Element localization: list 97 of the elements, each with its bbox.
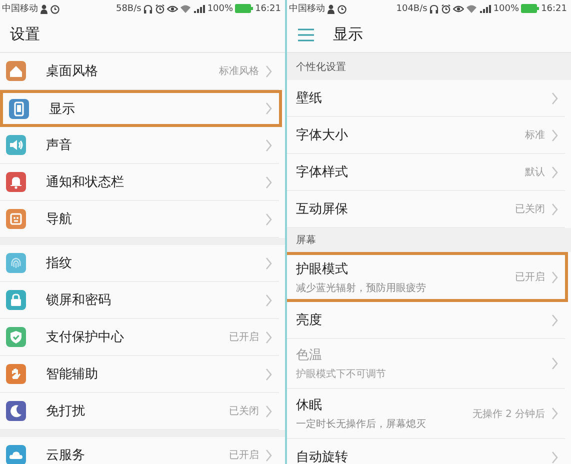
item-value: 已开启 — [229, 448, 259, 462]
chevron-icon — [265, 102, 273, 115]
network-speed: 104B/s — [396, 4, 428, 14]
item-label: 字体样式 — [296, 164, 349, 181]
battery-percent: 100% — [207, 4, 234, 14]
wifi-icon — [180, 4, 192, 14]
item-subtitle: 护眼模式下不可调节 — [296, 368, 387, 381]
item-value: 已开启 — [229, 330, 259, 344]
chevron-icon — [551, 407, 559, 420]
settings-item[interactable]: 字体样式 默认 — [287, 154, 565, 191]
chevron-icon — [265, 294, 273, 306]
item-label: 护眼模式 — [296, 260, 349, 278]
item-label: 色温 — [296, 347, 323, 364]
item-value: 已关闭 — [515, 202, 545, 216]
item-label: 锁屏和密码 — [46, 292, 112, 309]
chevron-icon — [265, 138, 273, 152]
chevron-icon — [265, 64, 273, 78]
eye-icon — [167, 4, 178, 14]
chevron-icon — [265, 404, 273, 418]
alarm-icon — [441, 4, 452, 14]
settings-item[interactable]: 声音 — [0, 127, 279, 164]
settings-item[interactable]: 休眠 一定时长无操作后，屏幕熄灭 无操作 2 分钟后 — [287, 389, 565, 439]
settings-item[interactable]: 自动旋转 — [287, 439, 565, 464]
page-title: 显示 — [333, 25, 363, 44]
settings-item[interactable]: 云服务 已开启 — [0, 437, 279, 464]
settings-item[interactable]: 智能辅助 — [0, 356, 279, 393]
eye-icon — [453, 4, 464, 14]
chevron-icon — [265, 330, 273, 344]
page-title: 设置 — [10, 25, 40, 44]
person-icon — [40, 4, 48, 14]
settings-item[interactable]: 锁屏和密码 — [0, 282, 279, 319]
chevron-icon — [551, 128, 559, 142]
item-label: 显示 — [49, 100, 76, 118]
item-label: 声音 — [46, 137, 73, 154]
wifi-icon — [466, 4, 478, 14]
chevron-icon — [551, 92, 559, 104]
item-label: 支付保护中心 — [46, 329, 125, 346]
item-value: 标准风格 — [219, 64, 259, 78]
item-label: 通知和状态栏 — [46, 174, 125, 191]
headphones-icon — [143, 4, 154, 14]
battery-icon — [521, 4, 540, 13]
timer-icon — [50, 4, 60, 14]
item-label: 自动旋转 — [296, 449, 349, 464]
signal-icon — [479, 4, 492, 14]
chevron-icon — [551, 270, 559, 284]
section-title: 屏幕 — [296, 234, 316, 247]
carrier-name: 中国移动 — [289, 2, 325, 15]
settings-item[interactable]: 亮度 — [287, 302, 565, 339]
settings-item[interactable]: 护眼模式 减少蓝光辐射，预防用眼疲劳 已开启 — [287, 252, 568, 302]
section-title: 个性化设置 — [296, 60, 346, 74]
settings-item[interactable]: 字体大小 标准 — [287, 117, 565, 154]
clock-time: 16:21 — [541, 4, 567, 14]
alarm-icon — [155, 4, 166, 14]
item-label: 云服务 — [46, 447, 86, 464]
carrier-name: 中国移动 — [2, 2, 38, 15]
chevron-icon — [551, 166, 559, 178]
item-label: 指纹 — [46, 255, 73, 272]
chevron-icon — [265, 212, 273, 226]
item-label: 智能辅助 — [46, 366, 99, 383]
item-subtitle: 一定时长无操作后，屏幕熄灭 — [296, 418, 427, 431]
settings-item[interactable]: 支付保护中心 已开启 — [0, 319, 279, 356]
timer-icon — [337, 4, 347, 14]
battery-icon — [235, 4, 254, 13]
item-label: 桌面风格 — [46, 63, 99, 80]
item-value: 标准 — [525, 128, 545, 142]
item-subtitle: 减少蓝光辐射，预防用眼疲劳 — [296, 282, 427, 294]
chevron-icon — [265, 176, 273, 188]
item-label: 字体大小 — [296, 127, 349, 144]
item-value: 默认 — [525, 166, 545, 179]
menu-icon[interactable] — [297, 28, 315, 42]
item-value: 已关闭 — [229, 404, 259, 418]
settings-item[interactable]: 桌面风格 标准风格 — [0, 53, 279, 90]
settings-item[interactable]: 指纹 — [0, 245, 279, 282]
item-label: 壁纸 — [296, 90, 323, 107]
chevron-icon — [551, 314, 559, 326]
chevron-icon — [551, 202, 559, 216]
settings-item[interactable]: 显示 — [0, 90, 282, 127]
chevron-icon — [551, 450, 559, 464]
chevron-icon — [551, 357, 559, 370]
item-label: 免打扰 — [46, 403, 86, 420]
item-label: 休眠 — [296, 397, 323, 414]
battery-percent: 100% — [493, 4, 520, 14]
settings-item[interactable]: 通知和状态栏 — [0, 164, 279, 201]
chevron-icon — [265, 256, 273, 270]
person-icon — [327, 4, 335, 14]
headphones-icon — [429, 4, 440, 14]
item-value: 无操作 2 分钟后 — [472, 408, 545, 420]
signal-icon — [193, 4, 206, 14]
item-label: 导航 — [46, 211, 73, 228]
chevron-icon — [265, 368, 273, 380]
item-value: 已开启 — [515, 270, 545, 284]
settings-item[interactable]: 壁纸 — [287, 80, 565, 117]
item-label: 互动屏保 — [296, 201, 349, 218]
item-label: 亮度 — [296, 312, 323, 329]
clock-time: 16:21 — [255, 4, 281, 14]
network-speed: 58B/s — [116, 4, 142, 14]
chevron-icon — [265, 448, 273, 462]
